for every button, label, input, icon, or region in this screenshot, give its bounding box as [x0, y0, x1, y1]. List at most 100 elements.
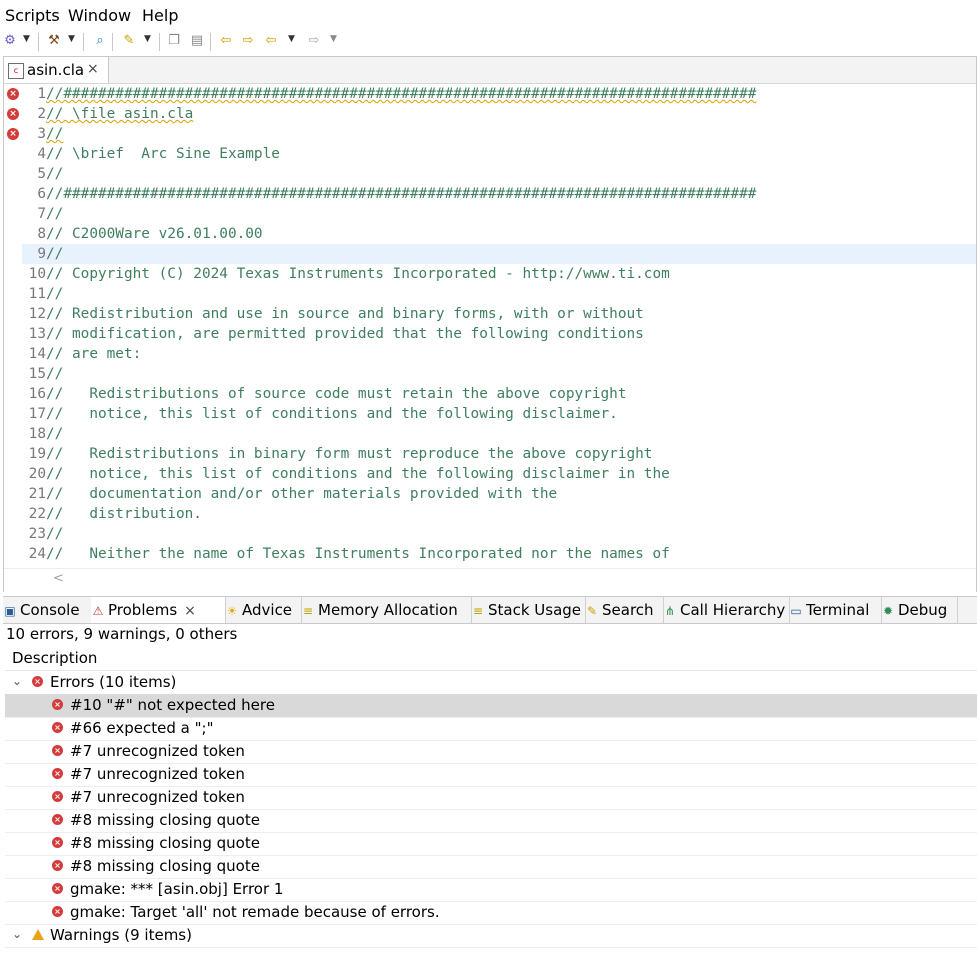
line-number: 15 — [28, 366, 46, 382]
console-icon: ▣ — [4, 604, 16, 618]
problem-row[interactable]: × #7 unrecognized token — [5, 740, 977, 764]
next-edit-icon[interactable]: ⇨ — [240, 33, 256, 49]
group-label: Errors (10 items) — [50, 673, 177, 691]
build-hammer-icon[interactable]: ⚒ — [46, 33, 62, 49]
main-toolbar: ⚙ ▼ ⚒ ▼ ⌕ ✎ ▼ ❐ ▤ ⇦ ⇨ ⇦ ▼ ⇨ ▼ — [0, 28, 977, 56]
copy-icon[interactable]: ❐ — [166, 33, 182, 49]
code-text: // — [46, 206, 64, 222]
toolbar-separator — [210, 33, 211, 51]
prev-edit-icon[interactable]: ⇦ — [218, 33, 234, 49]
debug-icon[interactable]: ⚙ — [2, 33, 18, 49]
problem-description: #8 missing closing quote — [70, 857, 260, 875]
error-marker-icon[interactable]: × — [7, 108, 19, 120]
problem-row[interactable]: × #8 missing closing quote — [5, 832, 977, 856]
code-line[interactable]: 4// \brief Arc Sine Example — [22, 144, 976, 164]
scroll-left-icon[interactable]: < — [53, 571, 64, 586]
close-icon[interactable]: × — [184, 603, 196, 619]
code-line[interactable]: 22// distribution. — [22, 504, 976, 524]
code-line[interactable]: 5// — [22, 164, 976, 184]
code-line[interactable]: 14// are met: — [22, 344, 976, 364]
code-line[interactable]: 9// — [22, 244, 976, 264]
line-number: 20 — [28, 466, 46, 482]
code-text: // — [46, 366, 64, 382]
errors-group-row[interactable]: ⌄ × Errors (10 items) — [5, 671, 977, 695]
problem-row[interactable]: × gmake: *** [asin.obj] Error 1 — [5, 878, 977, 902]
menu-help[interactable]: Help — [142, 6, 178, 25]
back-dropdown-icon[interactable]: ▼ — [288, 34, 295, 44]
problem-row[interactable]: × gmake: Target 'all' not remade because … — [5, 901, 977, 925]
flash-dropdown-icon[interactable]: ▼ — [144, 34, 151, 44]
code-line[interactable]: 17// notice, this list of conditions and… — [22, 404, 976, 424]
code-text: // Redistributions in binary form must r… — [46, 446, 653, 462]
code-line[interactable]: 2// \file asin.cla — [22, 104, 976, 124]
code-line[interactable]: 16// Redistributions of source code must… — [22, 384, 976, 404]
code-text: // \brief Arc Sine Example — [46, 146, 280, 162]
menu-window[interactable]: Window — [68, 6, 131, 25]
code-line[interactable]: 10// Copyright (C) 2024 Texas Instrument… — [22, 264, 976, 284]
chevron-down-icon[interactable]: ⌄ — [12, 927, 22, 941]
memory-icon: ≡ — [302, 604, 314, 618]
code-text: // distribution. — [46, 506, 202, 522]
tab-console[interactable]: ▣ Console — [3, 597, 92, 623]
editor-tab-asin-cla[interactable]: c asin.cla × — [4, 57, 109, 83]
horizontal-scrollbar[interactable]: < — [4, 568, 976, 592]
code-line[interactable]: 15// — [22, 364, 976, 384]
warnings-group-row[interactable]: ⌄ Warnings (9 items) — [5, 924, 977, 948]
problem-row[interactable]: × #7 unrecognized token — [5, 786, 977, 810]
code-line[interactable]: 12// Redistribution and use in source an… — [22, 304, 976, 324]
tab-stack-usage[interactable]: ≡ Stack Usage — [471, 597, 586, 623]
close-icon[interactable]: × — [87, 61, 99, 77]
tab-memory-allocation[interactable]: ≡ Memory Allocation — [301, 597, 472, 623]
tab-debug[interactable]: ✹ Debug — [881, 597, 958, 623]
bottom-view-tabs: ▣ Console ⚠ Problems × ☀ Advice ≡ Memory Allocat… — [3, 596, 977, 624]
editor-tab-strip: c asin.cla × — [4, 57, 976, 84]
tab-label: Console — [20, 601, 80, 619]
problem-row[interactable]: × #66 expected a ";" — [5, 717, 977, 741]
code-line[interactable]: 13// modification, are permitted provide… — [22, 324, 976, 344]
error-marker-icon[interactable]: × — [7, 88, 19, 100]
code-line[interactable]: 23// — [22, 524, 976, 544]
code-line[interactable]: 1//#####################################… — [22, 84, 976, 104]
line-number: 11 — [28, 286, 46, 302]
build-dropdown-icon[interactable]: ▼ — [68, 34, 75, 44]
tab-terminal[interactable]: ▭ Terminal — [789, 597, 882, 623]
line-number: 2 — [37, 106, 46, 122]
code-line[interactable]: 24// Neither the name of Texas Instrumen… — [22, 544, 976, 564]
menu-scripts[interactable]: Scripts — [5, 6, 60, 25]
problem-row[interactable]: × #7 unrecognized token — [5, 763, 977, 787]
code-line[interactable]: 7// — [22, 204, 976, 224]
problem-row[interactable]: × #8 missing closing quote — [5, 855, 977, 879]
code-editor[interactable]: × × × 1//#################################… — [4, 84, 976, 568]
code-line[interactable]: 20// notice, this list of conditions and… — [22, 464, 976, 484]
tab-label: Terminal — [806, 601, 870, 619]
tab-search[interactable]: ✎ Search — [585, 597, 664, 623]
tab-call-hierarchy[interactable]: ⋔ Call Hierarchy — [663, 597, 790, 623]
error-icon: × — [32, 676, 43, 687]
search-object-icon[interactable]: ⌕ — [92, 33, 108, 49]
error-marker-icon[interactable]: × — [7, 128, 19, 140]
code-line[interactable]: 19// Redistributions in binary form must… — [22, 444, 976, 464]
column-header-description[interactable]: Description — [5, 646, 977, 671]
code-line[interactable]: 21// documentation and/or other material… — [22, 484, 976, 504]
code-text: // documentation and/or other materials … — [46, 486, 558, 502]
flash-icon[interactable]: ✎ — [121, 33, 137, 49]
code-line[interactable]: 18// — [22, 424, 976, 444]
debug-dropdown-icon[interactable]: ▼ — [23, 34, 30, 44]
forward-dropdown-icon[interactable]: ▼ — [330, 34, 337, 44]
code-line[interactable]: 3// — [22, 124, 976, 144]
forward-icon[interactable]: ⇨ — [306, 33, 322, 49]
code-line[interactable]: 8// C2000Ware v26.01.00.00 — [22, 224, 976, 244]
error-icon: × — [52, 814, 63, 825]
chevron-down-icon[interactable]: ⌄ — [12, 674, 22, 688]
tab-problems[interactable]: ⚠ Problems × — [91, 597, 226, 623]
code-text: // — [46, 426, 64, 442]
page-icon[interactable]: ▤ — [189, 33, 205, 49]
problem-row[interactable]: × #10 "#" not expected here — [5, 694, 977, 718]
code-line[interactable]: 11// — [22, 284, 976, 304]
call-hierarchy-icon: ⋔ — [664, 604, 676, 618]
tab-label: Advice — [242, 601, 293, 619]
code-line[interactable]: 6//#####################################… — [22, 184, 976, 204]
problem-row[interactable]: × #8 missing closing quote — [5, 809, 977, 833]
back-icon[interactable]: ⇦ — [263, 33, 279, 49]
tab-advice[interactable]: ☀ Advice — [225, 597, 302, 623]
